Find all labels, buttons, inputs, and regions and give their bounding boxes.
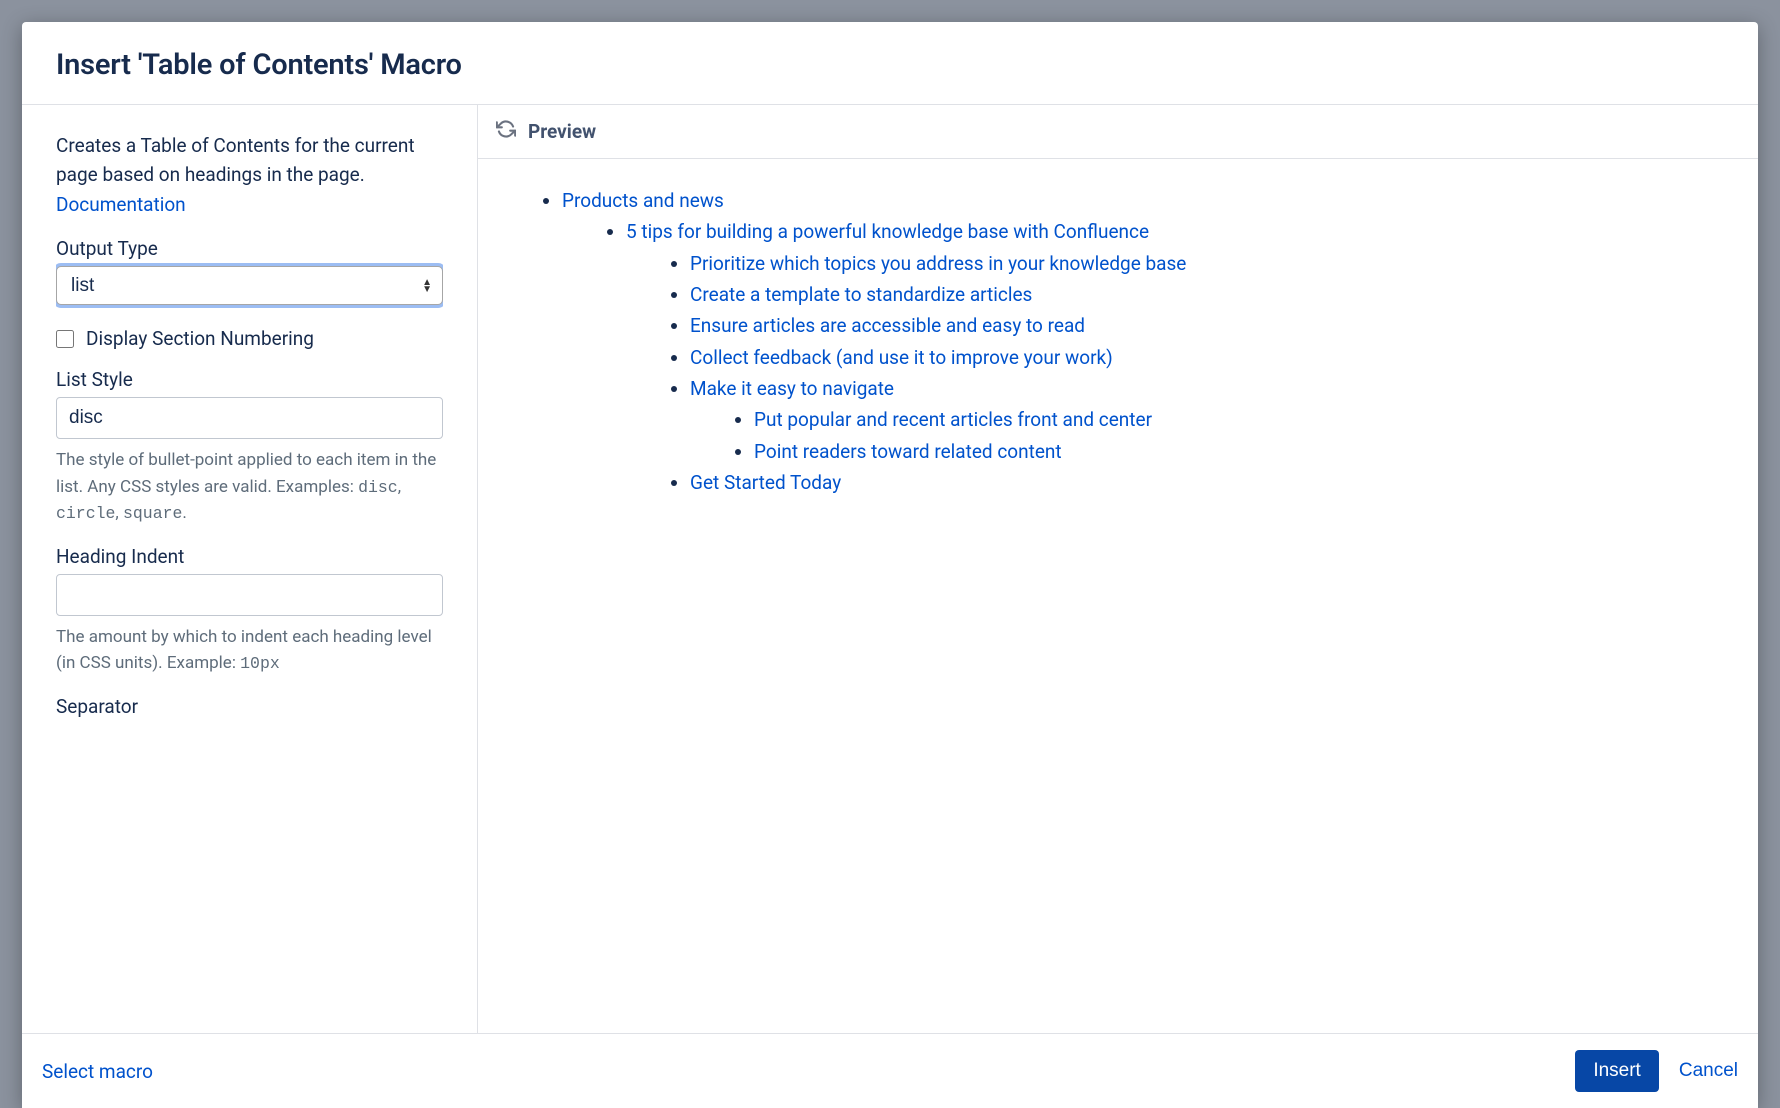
heading-indent-input[interactable] [56,574,443,616]
section-numbering-field: Display Section Numbering [56,327,443,350]
toc-link[interactable]: Ensure articles are accessible and easy … [690,314,1085,337]
heading-indent-label: Heading Indent [56,545,443,568]
toc-link[interactable]: Point readers toward related content [754,440,1062,463]
toc-link[interactable]: Get Started Today [690,471,841,494]
footer-right: Insert Cancel [1575,1050,1738,1092]
output-type-label: Output Type [56,237,443,260]
toc-item: Get Started Today [690,467,1738,498]
dialog-header: Insert 'Table of Contents' Macro [22,22,1758,105]
preview-title: Preview [528,120,596,143]
output-type-select-wrap: list ▲▼ [56,266,443,305]
separator-field: Separator [56,695,443,718]
documentation-link[interactable]: Documentation [56,193,186,216]
toc-link[interactable]: Prioritize which topics you address in y… [690,252,1186,275]
cancel-button[interactable]: Cancel [1679,1060,1738,1082]
dialog-body: Creates a Table of Contents for the curr… [22,105,1758,1033]
toc-link[interactable]: Put popular and recent articles front an… [754,408,1152,431]
macro-description: Creates a Table of Contents for the curr… [56,131,443,219]
select-macro-link[interactable]: Select macro [42,1060,153,1083]
toc-link[interactable]: Products and news [562,189,724,212]
preview-body: Products and news 5 tips for building a … [478,159,1758,1033]
settings-panel: Creates a Table of Contents for the curr… [22,105,478,1033]
list-style-help: The style of bullet-point applied to eac… [56,447,443,526]
toc-item: 5 tips for building a powerful knowledge… [626,216,1738,498]
refresh-icon [496,119,516,144]
list-style-input[interactable] [56,397,443,439]
description-text: Creates a Table of Contents for the curr… [56,134,415,186]
list-style-label: List Style [56,368,443,391]
macro-dialog: Insert 'Table of Contents' Macro Creates… [22,22,1758,1108]
output-type-select[interactable]: list [57,267,442,304]
toc-link[interactable]: 5 tips for building a powerful knowledge… [626,220,1149,243]
dialog-footer: Select macro Insert Cancel [22,1033,1758,1108]
footer-left: Select macro [42,1060,153,1083]
toc-link[interactable]: Make it easy to navigate [690,377,894,400]
toc-item: Point readers toward related content [754,436,1738,467]
toc-item: Products and news 5 tips for building a … [562,185,1738,498]
preview-panel: Preview Products and news 5 tips for bui… [478,105,1758,1033]
toc-item: Ensure articles are accessible and easy … [690,310,1738,341]
section-numbering-label: Display Section Numbering [86,327,314,350]
section-numbering-checkbox[interactable] [56,330,74,348]
heading-indent-help: The amount by which to indent each headi… [56,624,443,677]
output-type-field: Output Type list ▲▼ [56,237,443,305]
toc-item: Create a template to standardize article… [690,279,1738,310]
toc-item: Prioritize which topics you address in y… [690,248,1738,279]
insert-button[interactable]: Insert [1575,1050,1659,1092]
toc-item: Put popular and recent articles front an… [754,404,1738,435]
separator-label: Separator [56,695,443,718]
heading-indent-field: Heading Indent The amount by which to in… [56,545,443,677]
list-style-field: List Style The style of bullet-point app… [56,368,443,526]
toc-link[interactable]: Create a template to standardize article… [690,283,1032,306]
toc-link[interactable]: Collect feedback (and use it to improve … [690,346,1113,369]
preview-header: Preview [478,105,1758,159]
toc-item: Collect feedback (and use it to improve … [690,342,1738,373]
dialog-title: Insert 'Table of Contents' Macro [56,48,1724,82]
toc-item: Make it easy to navigate Put popular and… [690,373,1738,467]
